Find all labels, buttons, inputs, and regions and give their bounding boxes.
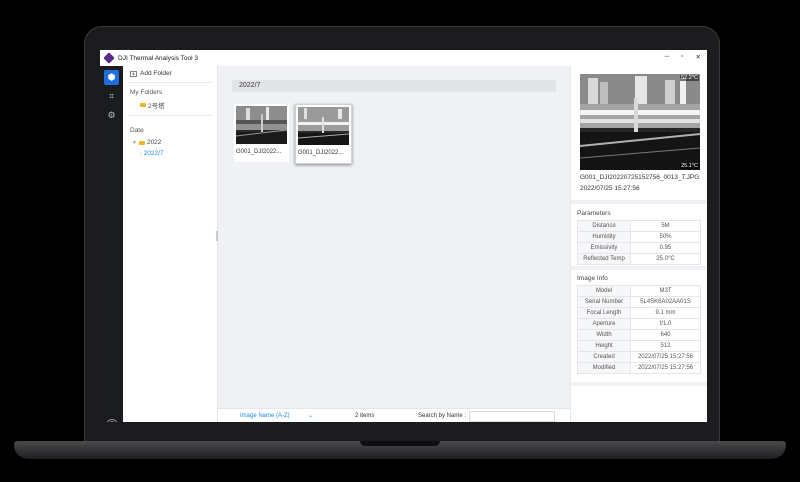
crop-icon: ⌗ bbox=[108, 91, 115, 101]
divider bbox=[128, 82, 212, 83]
info-value: 5L4SK6A02AA01S bbox=[630, 296, 701, 308]
max-temp-label: 52.2°C bbox=[680, 75, 699, 81]
table-row: Modified 2022/07/25 15:27:56 bbox=[577, 362, 701, 374]
app-window: DJI Thermal Analysis Tool 3 ─ ▫ ✕ ⬢ ⌗ ⚙ … bbox=[100, 50, 707, 422]
table-row: Model M3T bbox=[577, 285, 701, 297]
param-key: Reflected Temp bbox=[577, 253, 631, 265]
param-value[interactable]: 25.0°C bbox=[630, 253, 701, 265]
table-row: Aperture f/1.0 bbox=[577, 318, 701, 330]
info-value: 9.1 mm bbox=[630, 307, 701, 319]
divider bbox=[571, 266, 707, 270]
image-info-table: Model M3T Serial Number 5L4SK6A02AA01S Foc… bbox=[577, 285, 701, 374]
info-key: Width bbox=[577, 329, 631, 341]
info-key: Modified bbox=[577, 362, 631, 374]
info-key: Created bbox=[577, 351, 631, 363]
preview-datetime: 2022/07/25 15:27:56 bbox=[580, 185, 640, 192]
date-month-label: 2022/7 bbox=[143, 150, 164, 157]
add-folder-button[interactable]: Add Folder bbox=[130, 70, 172, 77]
thumbnail-caption: G001_DJI2022... bbox=[236, 149, 282, 155]
image-info-title: Image Info bbox=[577, 275, 608, 282]
app-logo-icon bbox=[103, 52, 115, 64]
table-row: Reflected Temp 25.0°C bbox=[577, 253, 701, 265]
thermal-thumbnail bbox=[298, 107, 349, 145]
info-value: f/1.0 bbox=[630, 318, 701, 330]
table-row: Height 512 bbox=[577, 340, 701, 352]
search-input[interactable] bbox=[469, 411, 555, 422]
info-key: Serial Number bbox=[577, 296, 631, 308]
info-key: Aperture bbox=[577, 318, 631, 330]
folder-item[interactable]: 2号塔 bbox=[140, 100, 165, 110]
thumbnail-caption: G001_DJI2022... bbox=[298, 150, 344, 156]
info-value: 2022/07/25 15:27:56 bbox=[630, 362, 701, 374]
table-row: Humidity 50% bbox=[577, 231, 701, 243]
divider bbox=[571, 200, 707, 204]
thermal-preview-image: 52.2°C 25.1°C bbox=[580, 74, 700, 170]
gear-icon: ⚙ bbox=[107, 110, 116, 120]
nav-rail: ⬢ ⌗ ⚙ ? bbox=[100, 66, 123, 422]
sidebar: Add Folder My Folders 2号塔 Date ▼ 2022 › … bbox=[123, 66, 218, 422]
param-value[interactable]: 50% bbox=[630, 231, 701, 243]
date-group-header: 2022/7 bbox=[232, 80, 556, 92]
library-nav-button[interactable]: ⬢ bbox=[104, 70, 119, 85]
resize-handle[interactable] bbox=[216, 231, 218, 241]
info-key: Model bbox=[577, 285, 631, 297]
laptop-notch bbox=[360, 441, 440, 446]
minimize-button[interactable]: ─ bbox=[665, 53, 670, 61]
info-value: M3T bbox=[630, 285, 701, 297]
title-bar: DJI Thermal Analysis Tool 3 ─ ▫ ✕ bbox=[100, 50, 707, 66]
sort-dropdown[interactable]: Image Name (A-Z) bbox=[240, 413, 290, 419]
min-temp-label: 25.1°C bbox=[680, 163, 699, 169]
chevron-right-icon: › bbox=[140, 150, 142, 157]
param-value[interactable]: 0.95 bbox=[630, 242, 701, 254]
info-value: 512 bbox=[630, 340, 701, 352]
chevron-down-icon[interactable]: ⌄ bbox=[308, 412, 313, 419]
details-panel: 52.2°C 25.1°C G001_DJI20220725152756_001… bbox=[570, 66, 707, 422]
folder-item-label: 2号塔 bbox=[148, 103, 165, 110]
edit-nav-button[interactable]: ⌗ bbox=[104, 89, 119, 104]
preview-filename: G001_DJI20220725152756_0013_T.JPG bbox=[580, 174, 700, 181]
table-row: Focal Length 9.1 mm bbox=[577, 307, 701, 319]
table-row: Emissivity 0.95 bbox=[577, 242, 701, 254]
library-icon: ⬢ bbox=[107, 72, 116, 82]
settings-nav-button[interactable]: ⚙ bbox=[104, 108, 119, 123]
thermal-thumbnail bbox=[236, 106, 287, 144]
date-year-item[interactable]: ▼ 2022 bbox=[132, 139, 161, 146]
my-folders-label: My Folders bbox=[130, 89, 163, 96]
folder-icon bbox=[140, 103, 146, 107]
add-folder-icon bbox=[130, 70, 137, 77]
parameters-table: Distance 5M Humidity 50% Emissivity 0.95 Re… bbox=[577, 220, 701, 265]
date-month-item[interactable]: › 2022/7 bbox=[140, 150, 164, 157]
table-row: Created 2022/07/25 15:27:56 bbox=[577, 351, 701, 363]
param-key: Emissivity bbox=[577, 242, 631, 254]
param-key: Distance bbox=[577, 220, 631, 232]
info-value: 2022/07/25 15:27:56 bbox=[630, 351, 701, 363]
date-year-label: 2022 bbox=[146, 139, 162, 146]
table-row: Distance 5M bbox=[577, 220, 701, 232]
add-folder-label: Add Folder bbox=[140, 70, 172, 77]
window-title: DJI Thermal Analysis Tool 3 bbox=[118, 54, 198, 62]
table-row: Serial Number 5L4SK6A02AA01S bbox=[577, 296, 701, 308]
thumbnail-card[interactable]: G001_DJI2022... bbox=[234, 104, 289, 162]
search-label: Search by Name : bbox=[418, 413, 467, 419]
item-count: 2 items bbox=[355, 413, 375, 419]
info-value: 640 bbox=[630, 329, 701, 341]
gallery-toolbar: Image Name (A-Z) ⌄ 2 items Search by Nam… bbox=[218, 408, 570, 422]
gallery-panel: 2022/7 G001_DJI2022... G001_DJI2022... I… bbox=[216, 66, 570, 422]
thumbnail-card-selected[interactable]: G001_DJI2022... bbox=[295, 104, 352, 164]
date-label: Date bbox=[130, 127, 144, 134]
folder-icon bbox=[138, 140, 145, 145]
help-icon[interactable]: ? bbox=[106, 419, 118, 422]
param-value[interactable]: 5M bbox=[630, 220, 701, 232]
param-key: Humidity bbox=[577, 231, 631, 243]
info-key: Height bbox=[577, 340, 631, 352]
info-key: Focal Length bbox=[577, 307, 631, 319]
divider bbox=[128, 115, 212, 116]
parameters-title: Parameters bbox=[577, 210, 611, 217]
close-button[interactable]: ✕ bbox=[696, 53, 701, 61]
chevron-down-icon: ▼ bbox=[132, 139, 137, 146]
divider bbox=[571, 382, 707, 386]
maximize-button[interactable]: ▫ bbox=[681, 53, 683, 61]
table-row: Width 640 bbox=[577, 329, 701, 341]
